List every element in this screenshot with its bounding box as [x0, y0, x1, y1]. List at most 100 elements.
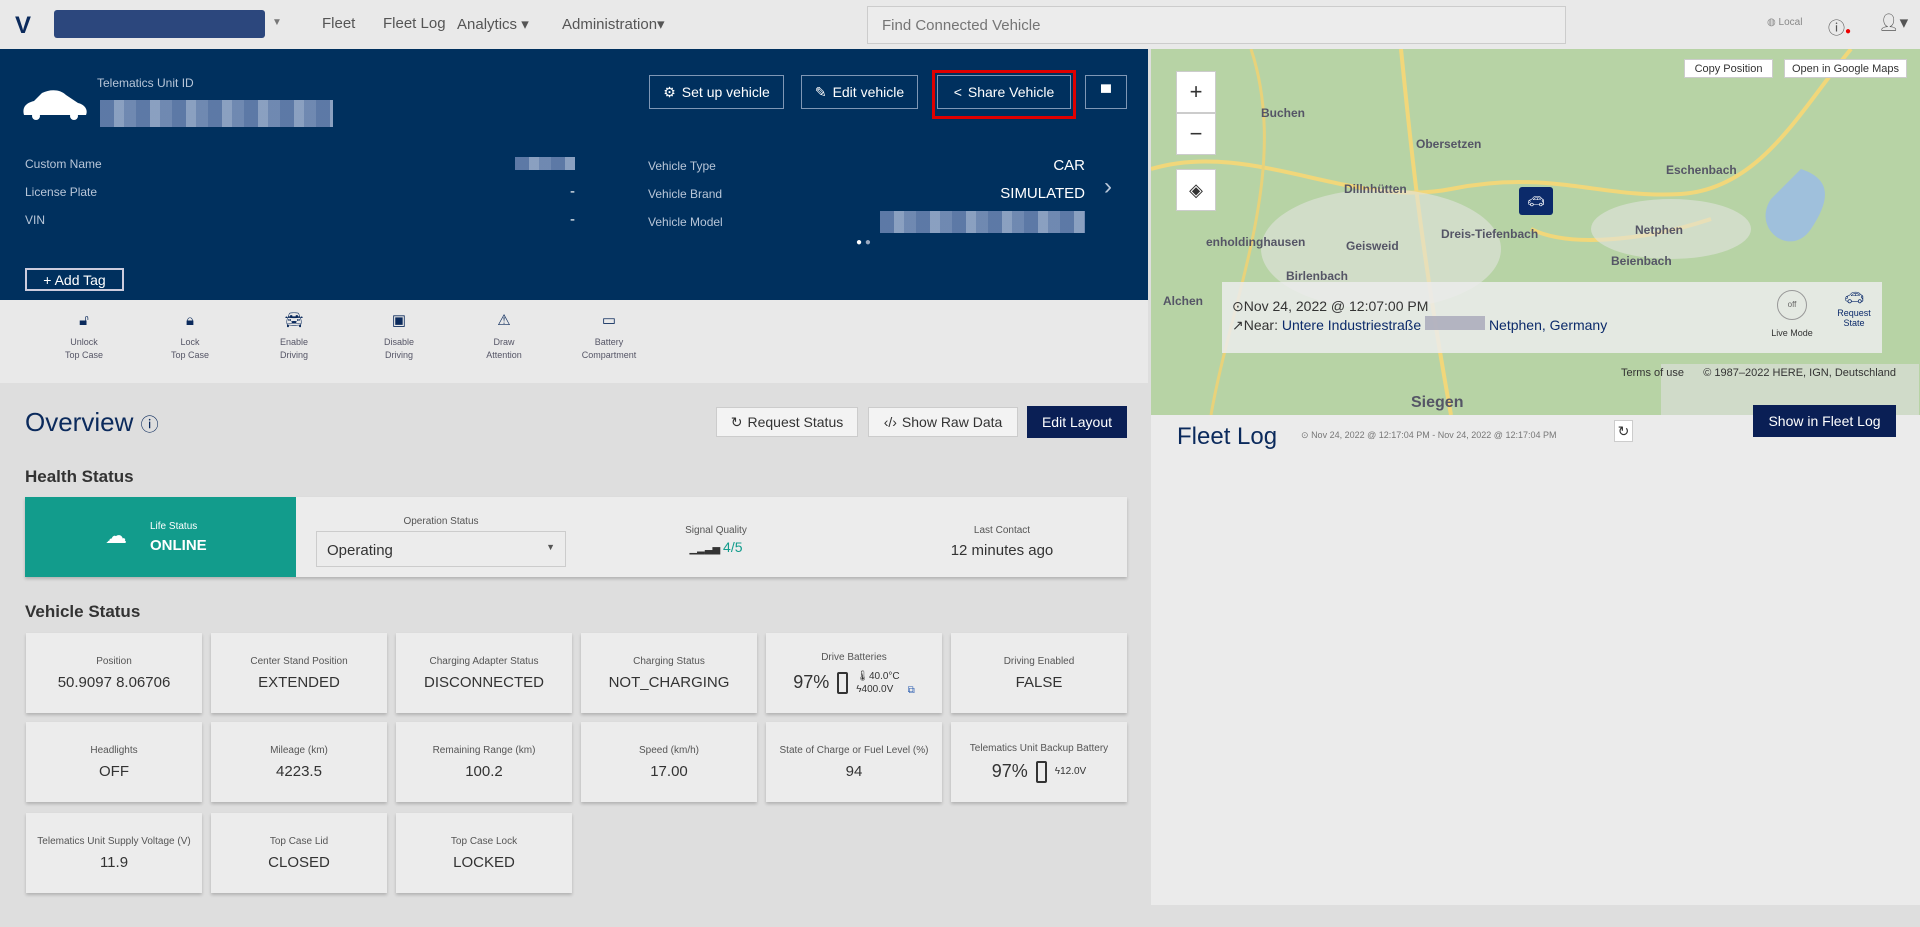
request-state-button[interactable]: 🚗︎ Request State: [1832, 288, 1876, 328]
open-google-maps-button[interactable]: Open in Google Maps: [1784, 59, 1907, 78]
status-card-title: Telematics Unit Supply Voltage (V): [37, 836, 191, 847]
signal-icon: ▁▂▃▅: [689, 544, 724, 555]
status-card: Center Stand Position EXTENDED: [211, 633, 387, 713]
action-label: Driving: [279, 350, 308, 360]
search-input[interactable]: [867, 6, 1566, 44]
action-label: Lock: [180, 337, 200, 347]
add-tag-label: Add Tag: [54, 271, 106, 288]
status-card-value: 100.2: [465, 763, 503, 780]
edit-layout-button[interactable]: Edit Layout: [1027, 406, 1127, 438]
layers-icon[interactable]: ◈: [1176, 169, 1216, 211]
nav-fleet[interactable]: Fleet: [322, 15, 355, 32]
status-card: Charging Adapter Status DISCONNECTED: [396, 633, 572, 713]
user-icon[interactable]: 👤︎▾: [1878, 13, 1908, 33]
action-label: Top Case: [64, 350, 104, 360]
operation-status-value: Operating: [327, 542, 393, 559]
carousel-dots[interactable]: ● ●: [856, 237, 871, 248]
vehicle-type-value: CAR: [1053, 157, 1085, 174]
status-card-value: 97%: [793, 672, 830, 692]
operation-status-select[interactable]: Operating ▼: [316, 531, 566, 567]
custom-name-label: Custom Name: [25, 157, 102, 171]
top-nav: V ▼ Fleet Fleet Log Analytics ▾ Administ…: [0, 0, 1920, 49]
request-status-button[interactable]: ↻ Request Status: [716, 407, 858, 437]
action-label: Enable: [279, 337, 309, 347]
status-card-value: DISCONNECTED: [423, 674, 544, 691]
request-status-label: Request Status: [747, 414, 844, 430]
locale-label: Local: [1778, 17, 1803, 28]
city-link[interactable]: Netphen, Germany: [1489, 317, 1607, 333]
thermometer-icon: 🌡︎: [856, 670, 869, 682]
action-draw-attention[interactable]: ⚠ Draw Attention: [459, 312, 549, 362]
status-card-value: 94: [845, 763, 863, 780]
map-label: Geisweid: [1346, 239, 1399, 253]
action-battery-compartment[interactable]: ▭ Battery Compartment: [564, 312, 654, 362]
vehicle-marker-icon[interactable]: 🚗︎: [1519, 187, 1553, 215]
warning-icon: ⚠: [497, 312, 511, 329]
zoom-out-button[interactable]: −: [1176, 113, 1216, 155]
zoom-in-button[interactable]: +: [1176, 71, 1216, 113]
action-label: Unlock: [70, 337, 98, 347]
signal-quality-value: 4/5: [723, 539, 743, 555]
info-icon[interactable]: ⓘ: [141, 415, 159, 435]
action-unlock-top-case[interactable]: 🔓︎ Unlock Top Case: [39, 312, 129, 362]
vehicle-status-heading: Vehicle Status: [25, 602, 141, 621]
refresh-button[interactable]: ↻: [1614, 420, 1633, 442]
chevron-down-icon: ▼: [546, 542, 555, 552]
nav-analytics[interactable]: Analytics ▾: [457, 15, 529, 33]
battery-icon: ▭: [601, 312, 617, 329]
copy-position-button[interactable]: Copy Position: [1684, 59, 1773, 78]
show-in-fleet-log-button[interactable]: Show in Fleet Log: [1753, 405, 1896, 437]
action-label: Compartment: [581, 350, 637, 360]
status-card-value: EXTENDED: [258, 674, 340, 691]
status-card: Driving Enabled FALSE: [951, 633, 1127, 713]
fleet-log-range[interactable]: Nov 24, 2022 @ 12:17:04 PM - Nov 24, 202…: [1311, 430, 1556, 440]
status-card: Telematics Unit Backup Battery 97% ϟ12.0V: [951, 722, 1127, 802]
action-disable-driving[interactable]: ▣ Disable Driving: [354, 313, 444, 362]
battery-icon: [837, 671, 849, 694]
street-link[interactable]: Untere Industriestraße: [1282, 317, 1421, 333]
status-card: Charging Status NOT_CHARGING: [581, 633, 757, 713]
vehicle-actions-bar: 🔓︎ Unlock Top Case 🔒︎ Lock Top Case 🚘︎ Enable Dr…: [0, 300, 1148, 383]
nav-fleet-log[interactable]: Fleet Log: [383, 15, 446, 32]
status-card-value: NOT_CHARGING: [608, 674, 730, 691]
live-mode-toggle[interactable]: off: [1777, 290, 1807, 320]
status-card-value: 11.9: [99, 854, 129, 871]
chevron-down-icon[interactable]: ▼: [272, 17, 282, 28]
unlock-icon: 🔓︎: [79, 312, 89, 329]
locale-selector[interactable]: ◍ Local: [1767, 17, 1802, 28]
vehicle-brand-value: SIMULATED: [1000, 185, 1085, 202]
show-raw-data-button[interactable]: ‹/› Show Raw Data: [868, 407, 1018, 437]
setup-vehicle-button[interactable]: ⚙ Set up vehicle: [649, 75, 784, 109]
status-card-value: 4223.5: [276, 763, 322, 780]
map[interactable]: + − ◈ Copy Position Open in Google Maps …: [1151, 49, 1920, 415]
status-card-title: Position: [96, 656, 132, 667]
external-link-icon[interactable]: ⧉: [908, 685, 915, 696]
status-card-title: Speed (km/h): [638, 745, 700, 756]
tenant-selector[interactable]: [54, 10, 265, 38]
globe-icon: ◍: [1767, 17, 1776, 28]
add-tag-button[interactable]: + Add Tag: [25, 268, 124, 291]
action-lock-top-case[interactable]: 🔒︎ Lock Top Case: [145, 313, 235, 362]
car-icon: 🚘︎: [284, 312, 304, 329]
logo[interactable]: V: [15, 12, 39, 39]
status-card: Position 50.9097 8.06706: [26, 633, 202, 713]
info-icon[interactable]: ⓘ●: [1828, 14, 1851, 39]
nav-administration[interactable]: Administration▾: [562, 15, 665, 33]
archive-button[interactable]: ▀: [1085, 75, 1127, 109]
map-label: Buchen: [1261, 106, 1306, 120]
battery-voltage: 12.0V: [1060, 766, 1087, 777]
action-enable-driving[interactable]: 🚘︎ Enable Driving: [249, 312, 339, 362]
status-card-title: Drive Batteries: [821, 651, 887, 663]
fleet-log-panel: Fleet Log ⊙ Nov 24, 2022 @ 12:17:04 PM -…: [1151, 405, 1920, 905]
chevron-right-icon[interactable]: ›: [1104, 173, 1112, 201]
status-card-title: Remaining Range (km): [432, 745, 536, 756]
overview-title: Overview ⓘ: [25, 407, 159, 438]
status-card: Remaining Range (km) 100.2: [396, 722, 572, 802]
map-label: Birlenbach: [1286, 269, 1349, 283]
share-vehicle-button[interactable]: < Share Vehicle: [937, 75, 1071, 109]
unit-id-label: Telematics Unit ID: [97, 76, 194, 90]
edit-vehicle-button[interactable]: ✎ Edit vehicle: [801, 75, 918, 109]
refresh-icon: ↻: [730, 413, 743, 430]
status-card-value: LOCKED: [453, 854, 515, 871]
terms-link[interactable]: Terms of use: [1621, 367, 1684, 379]
